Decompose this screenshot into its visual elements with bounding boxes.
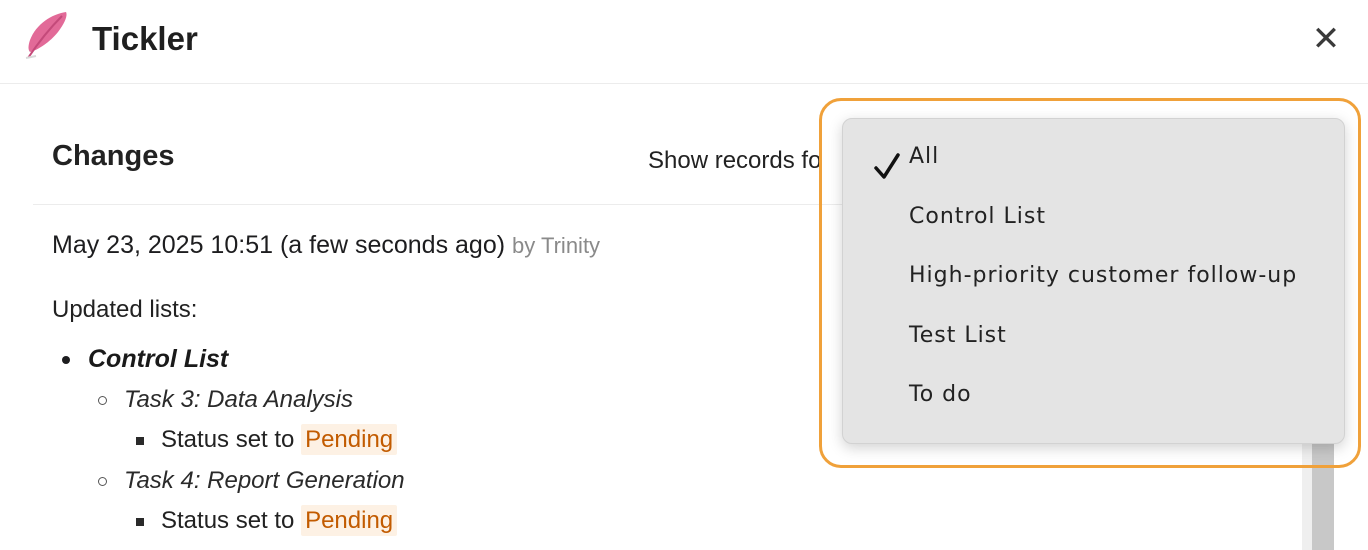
updated-lists-label: Updated lists: [52, 296, 198, 323]
menu-item-high-priority[interactable]: High-priority customer follow-up [843, 250, 1344, 300]
entry-timestamp: May 23, 2025 10:51 (a few seconds ago) b… [52, 231, 600, 260]
checkmark-icon [874, 153, 900, 179]
status-prefix: Status set to [161, 426, 295, 453]
task-name: Task 4: Report Generation [124, 467, 405, 494]
menu-item-label: Test List [909, 323, 1007, 348]
menu-item-test-list[interactable]: Test List [843, 310, 1344, 360]
menu-item-control-list[interactable]: Control List [843, 191, 1344, 241]
status-prefix: Status set to [161, 507, 295, 534]
menu-item-to-do[interactable]: To do [843, 369, 1344, 419]
menu-item-all[interactable]: All [843, 131, 1344, 181]
menu-item-label: High-priority customer follow-up [909, 263, 1298, 288]
timestamp-text: May 23, 2025 10:51 (a few seconds ago) [52, 231, 506, 259]
app-title: Tickler [92, 20, 198, 57]
menu-item-label: All [909, 144, 940, 169]
list-name: Control List [88, 345, 229, 373]
list-filter-menu: All Control List High-priority customer … [842, 118, 1345, 444]
status-badge: Pending [301, 505, 398, 536]
filter-label[interactable]: Show records fo [648, 147, 843, 175]
menu-item-label: Control List [909, 204, 1046, 229]
status-line: Status set to Pending [161, 424, 398, 455]
close-button[interactable]: ✕ [1306, 22, 1346, 56]
status-badge: Pending [301, 424, 398, 455]
status-bullet [136, 437, 144, 445]
task-bullet [98, 477, 107, 486]
menu-item-label: To do [909, 382, 972, 407]
tickler-window: Tickler ✕ Changes Show records fo May 23… [0, 0, 1368, 550]
task-name: Task 3: Data Analysis [124, 386, 353, 413]
author-label: by Trinity [512, 233, 601, 258]
status-line: Status set to Pending [161, 505, 398, 536]
list-bullet [62, 356, 70, 364]
feather-icon [25, 12, 67, 59]
task-bullet [98, 396, 107, 405]
section-title: Changes [52, 140, 175, 172]
status-bullet [136, 518, 144, 526]
header-bar: Tickler ✕ [0, 0, 1368, 84]
